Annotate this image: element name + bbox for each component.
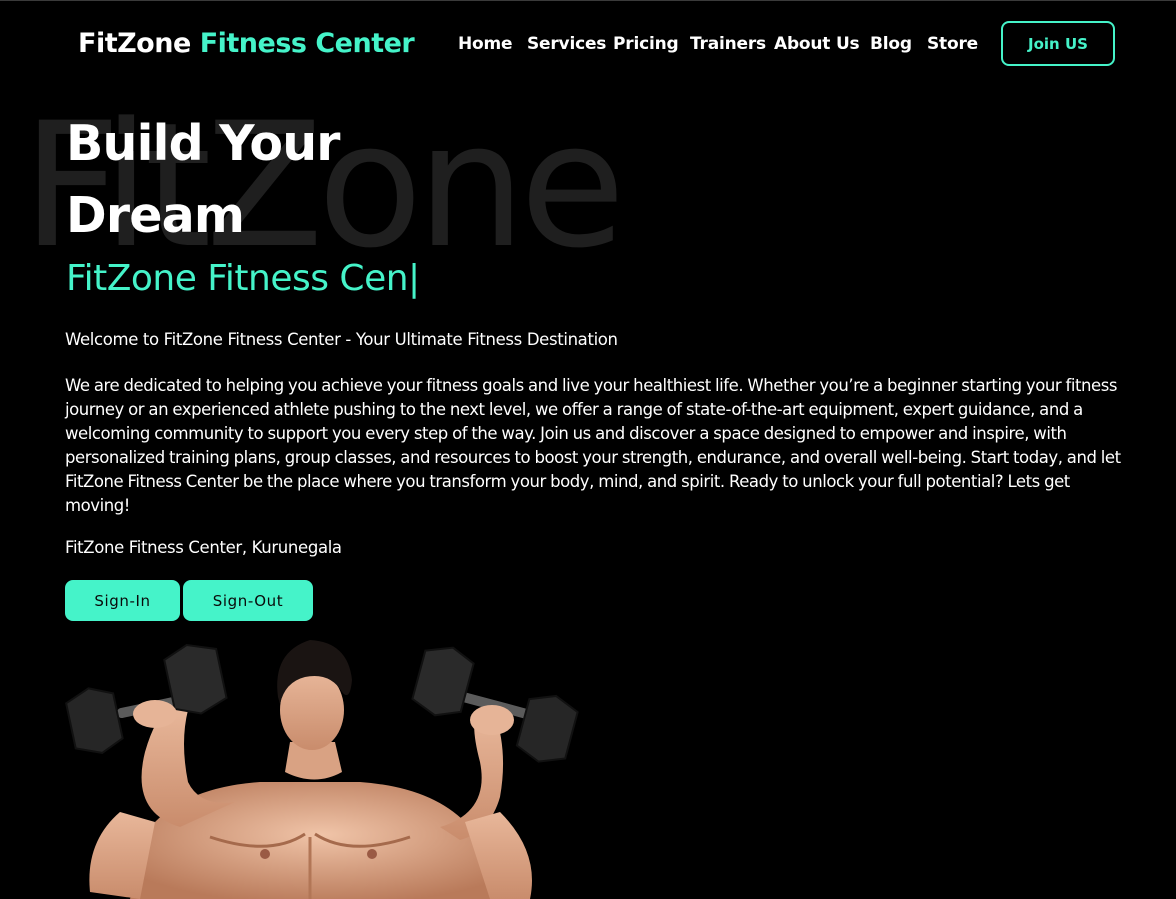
- brand-subtitle: Fitness Center: [199, 28, 415, 59]
- nav-pricing[interactable]: Pricing: [613, 34, 679, 54]
- nav-home[interactable]: Home: [458, 34, 513, 54]
- brand-name: FitZone: [78, 28, 191, 59]
- hero-title-line1: Build Your: [66, 115, 340, 172]
- hero-title: Build Your Dream: [66, 108, 340, 252]
- sign-in-button[interactable]: Sign-In: [65, 580, 180, 621]
- description-text: We are dedicated to helping you achieve …: [65, 376, 1121, 515]
- location-text: FitZone Fitness Center, Kurunegala: [65, 538, 342, 557]
- welcome-text: Welcome to FitZone Fitness Center - Your…: [65, 330, 618, 349]
- nav-store[interactable]: Store: [927, 34, 978, 54]
- typing-cursor: |: [408, 258, 420, 299]
- page: FitZone Fitness Center Home Services Pri…: [0, 0, 1176, 899]
- typed-text: FitZone Fitness Cen: [66, 258, 409, 299]
- nav-trainers[interactable]: Trainers: [690, 34, 766, 54]
- nav-services[interactable]: Services: [527, 34, 606, 54]
- typed-headline: FitZone Fitness Cen|: [66, 258, 420, 299]
- brand-logo[interactable]: FitZone Fitness Center: [78, 28, 415, 59]
- sign-out-button[interactable]: Sign-Out: [183, 580, 313, 621]
- athlete-dumbbell-image: [65, 640, 579, 899]
- join-us-button[interactable]: Join US: [1001, 21, 1115, 66]
- nav-about-us[interactable]: About Us: [774, 34, 860, 54]
- top-border: [0, 0, 1176, 1]
- nav-blog[interactable]: Blog: [870, 34, 912, 54]
- hero-title-line2: Dream: [66, 187, 245, 244]
